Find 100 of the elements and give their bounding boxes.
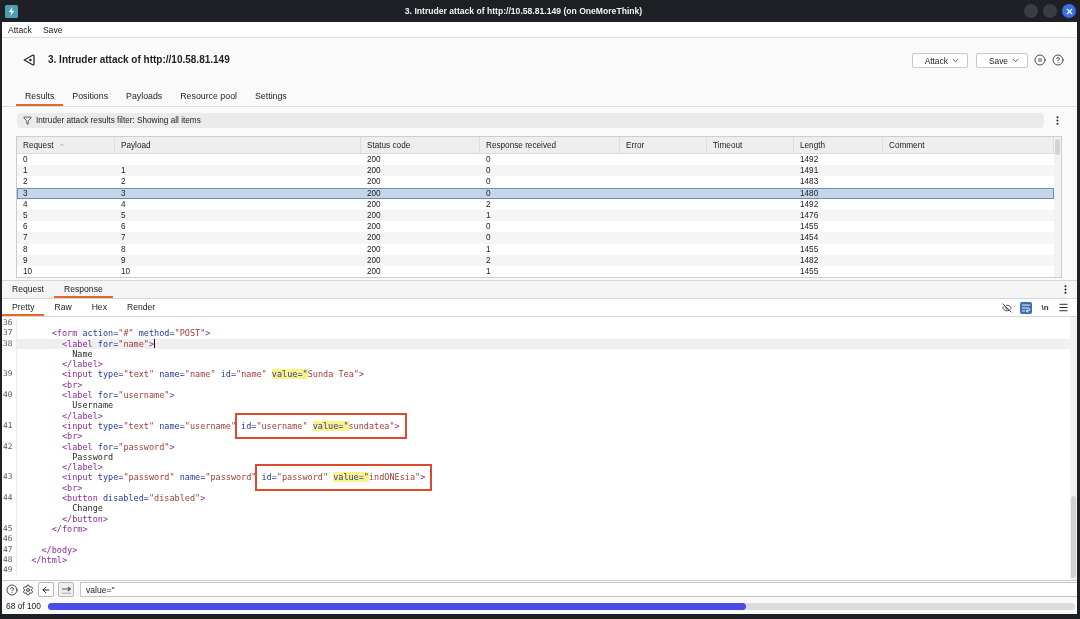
pause-icon[interactable] <box>1034 54 1046 66</box>
table-cell-text: 8 <box>120 243 127 255</box>
table-row[interactable]: 9 9 200 2 1482 <box>17 254 1054 266</box>
dropdown-button[interactable]: Save <box>975 53 1028 68</box>
tab[interactable]: Resource pool <box>171 88 246 106</box>
table-cell-text: 1492 <box>799 154 820 166</box>
column-header[interactable]: Timeout <box>707 137 794 153</box>
table-row[interactable]: 1 1 200 0 1491 <box>17 165 1054 177</box>
table-cell-text: 5 <box>22 209 29 222</box>
table-cell-text: 1492 <box>799 198 820 210</box>
code-line: </label> <box>61 462 103 473</box>
code-line: <input type="text" name="name" id="name" value="Sunda Tea"> <box>61 369 364 380</box>
eye-off-icon[interactable] <box>1001 301 1013 314</box>
filter-bar[interactable]: Intruder attack results filter: Showing all items <box>17 112 1044 128</box>
table-cell-text: 1480 <box>799 187 820 199</box>
settings-icon[interactable] <box>22 583 34 596</box>
table-cell-text: 7 <box>22 232 29 244</box>
previous-button[interactable] <box>38 582 54 597</box>
table-cell-text: 0 <box>485 165 492 177</box>
column-header[interactable]: Error <box>620 137 707 153</box>
table-cell-text: 200 <box>366 176 382 188</box>
table-cell-text: 2 <box>22 176 29 188</box>
code-line: Name <box>72 348 93 360</box>
code-line: </html> <box>31 554 68 566</box>
table-cell-text: 1 <box>22 165 29 177</box>
table-cell-text: 6 <box>22 221 29 233</box>
tab[interactable]: Raw <box>44 299 82 316</box>
tab[interactable]: Render <box>116 299 166 316</box>
tab[interactable]: Results <box>16 88 64 106</box>
table-cell-text: 3 <box>22 187 29 199</box>
table-row[interactable]: 3 3 200 0 1480 <box>17 187 1054 199</box>
code-line: </body> <box>41 544 78 555</box>
table-cell-text: 9 <box>120 254 127 266</box>
help-icon[interactable] <box>1052 54 1064 66</box>
table-cell-text: 4 <box>22 198 29 210</box>
tab[interactable]: Positions <box>63 88 118 106</box>
scrollbar-thumb[interactable] <box>1071 496 1076 578</box>
code-line: <br> <box>61 379 83 391</box>
tab[interactable]: Hex <box>81 299 117 316</box>
table-cell-text: 7 <box>120 232 127 244</box>
code-line: </form> <box>51 523 88 535</box>
table-cell-text: 0 <box>485 221 492 233</box>
column-header[interactable]: Payload <box>115 137 361 153</box>
table-cell-text: 2 <box>485 254 492 266</box>
menu-icon[interactable] <box>1058 302 1069 313</box>
code-line: <br> <box>61 431 83 442</box>
code-line: <input type="text" name="username" <box>61 420 236 432</box>
code-line: <br> <box>61 482 83 494</box>
code-line: Password <box>72 451 114 463</box>
table-cell-text: 200 <box>366 243 382 255</box>
table-cell-text: 3 <box>120 187 127 199</box>
menu-item[interactable]: Attack <box>8 24 32 35</box>
annotation-box: id="username" value="sundatea"> <box>235 412 407 440</box>
table-cell-text: 200 <box>366 265 382 278</box>
help-icon[interactable] <box>6 583 18 596</box>
table-cell-text: 1455 <box>799 265 820 278</box>
table-cell-text: 0 <box>22 154 29 166</box>
table-cell-text: 0 <box>485 232 492 244</box>
column-header[interactable]: Length <box>794 137 883 153</box>
arrow-left-icon <box>41 584 51 595</box>
wrap-text-icon[interactable] <box>1020 301 1032 314</box>
dropdown-button[interactable]: Attack <box>911 53 968 68</box>
table-cell-text: 5 <box>120 209 127 222</box>
table-cell-text: 1 <box>485 209 492 222</box>
code-line: <label for="name"> <box>61 338 155 349</box>
table-cell-text: 200 <box>366 232 382 244</box>
table-row[interactable]: 7 7 200 0 1454 <box>17 232 1054 244</box>
column-header[interactable]: Request <box>17 137 115 153</box>
table-cell-text: 1476 <box>799 209 820 222</box>
table-cell-text: 1491 <box>799 165 820 177</box>
code-line: </label> <box>61 410 103 421</box>
newline-toggle[interactable]: \n <box>1039 301 1051 314</box>
attack-title: 3. Intruder attack of http://10.58.81.149 <box>48 53 230 67</box>
chevron-down-icon <box>1011 56 1020 65</box>
tab[interactable]: Settings <box>246 88 296 106</box>
text-cursor <box>154 339 156 349</box>
column-header[interactable]: Status code <box>361 137 480 153</box>
tab[interactable]: Request <box>2 281 54 298</box>
table-cell-text: 1455 <box>799 221 820 233</box>
table-cell-text: 200 <box>366 198 382 210</box>
code-line: </label> <box>61 359 103 370</box>
close-button[interactable] <box>1062 4 1076 18</box>
code-line: </button> <box>61 513 108 524</box>
table-cell-text: 9 <box>22 254 29 266</box>
table-cell-text: 1 <box>120 165 127 177</box>
table-cell-text: 200 <box>366 165 382 177</box>
table-cell-text: 200 <box>366 154 382 166</box>
progress-label: 68 of 100 <box>6 601 41 611</box>
code-line: <label for="username"> <box>61 390 175 401</box>
table-cell-text: 4 <box>120 198 127 210</box>
tab[interactable]: Payloads <box>117 88 172 106</box>
menu-item[interactable]: Save <box>42 24 63 35</box>
filter-icon <box>23 115 32 125</box>
scrollbar-thumb[interactable] <box>1055 139 1060 155</box>
chevron-down-icon <box>950 56 960 65</box>
search-field[interactable]: value=" <box>80 582 1077 597</box>
column-header[interactable]: Response received <box>480 137 620 153</box>
table-cell-text: 200 <box>366 209 382 222</box>
table-cell-text: 1455 <box>799 243 820 255</box>
table-cell-text: 8 <box>22 243 29 255</box>
